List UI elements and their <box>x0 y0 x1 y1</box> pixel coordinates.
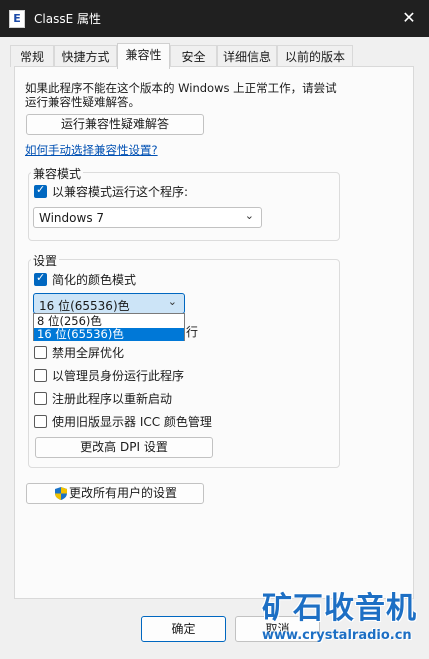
troubleshoot-button[interactable]: 运行兼容性疑难解答 <box>26 114 204 135</box>
chevron-down-icon: ⌄ <box>244 209 254 222</box>
resolution-label-partial: 行 <box>186 325 199 339</box>
fullscreen-opt-label: 禁用全屏优化 <box>52 346 125 360</box>
fullscreen-opt-checkbox[interactable] <box>34 346 47 359</box>
register-restart-label: 注册此程序以重新启动 <box>52 392 173 406</box>
intro-line-2: 运行兼容性疑难解答。 <box>25 95 140 109</box>
chevron-down-icon: ⌄ <box>167 295 177 308</box>
color-mode-dropdown-list: 8 位(256)色 16 位(65536)色 <box>33 313 185 341</box>
manual-settings-link[interactable]: 如何手动选择兼容性设置? <box>25 142 158 158</box>
tab-details[interactable]: 详细信息 <box>217 45 277 67</box>
legacy-icc-checkbox[interactable] <box>34 415 47 428</box>
color-mode-select-value: 16 位(65536)色 <box>39 299 130 313</box>
reduced-color-label: 简化的颜色模式 <box>52 273 137 287</box>
title-bar[interactable]: E ClassE 属性 ✕ <box>0 0 429 37</box>
color-option-16bit[interactable]: 16 位(65536)色 <box>34 328 184 341</box>
tab-compatibility[interactable]: 兼容性 <box>117 43 170 69</box>
legacy-icc-label: 使用旧版显示器 ICC 颜色管理 <box>52 415 212 429</box>
watermark-url: www.crystalradio.cn <box>262 628 412 643</box>
close-icon[interactable]: ✕ <box>389 0 429 37</box>
app-icon: E <box>9 10 25 28</box>
uac-shield-icon <box>55 487 67 500</box>
watermark-text: 矿石收音机 <box>262 591 417 626</box>
ok-button[interactable]: 确定 <box>141 616 226 642</box>
compat-mode-checkbox[interactable] <box>34 183 47 198</box>
intro-text: 如果此程序不能在这个版本的 Windows 上正常工作，请尝试 运行兼容性疑难解… <box>25 81 337 109</box>
register-restart-checkbox[interactable] <box>34 392 47 405</box>
settings-group-label: 设置 <box>31 252 60 269</box>
color-mode-select[interactable]: 16 位(65536)色 ⌄ <box>33 293 185 314</box>
properties-window: E ClassE 属性 ✕ 常规 快捷方式 兼容性 安全 详细信息 以前的版本 … <box>0 0 429 659</box>
change-dpi-button[interactable]: 更改高 DPI 设置 <box>35 437 213 458</box>
compat-mode-select-value: Windows 7 <box>39 211 105 225</box>
tab-security[interactable]: 安全 <box>170 45 217 67</box>
reduced-color-checkbox[interactable] <box>34 271 47 286</box>
compat-mode-select[interactable]: Windows 7 ⌄ <box>33 207 262 228</box>
tab-previous-versions[interactable]: 以前的版本 <box>277 45 353 67</box>
compat-mode-checkbox-label: 以兼容模式运行这个程序: <box>52 185 189 199</box>
run-as-admin-checkbox[interactable] <box>34 369 47 382</box>
intro-line-1: 如果此程序不能在这个版本的 Windows 上正常工作，请尝试 <box>25 81 337 95</box>
change-all-users-button[interactable]: 更改所有用户的设置 <box>26 483 204 504</box>
watermark-logo: 矿石收音机 www.crystalradio.cn <box>262 591 417 644</box>
window-title: ClassE 属性 <box>34 12 101 26</box>
tab-shortcut[interactable]: 快捷方式 <box>54 45 117 67</box>
change-all-users-label: 更改所有用户的设置 <box>68 486 177 500</box>
tab-general[interactable]: 常规 <box>10 45 54 67</box>
compat-mode-group-label: 兼容模式 <box>31 165 84 182</box>
run-as-admin-label: 以管理员身份运行此程序 <box>52 369 185 383</box>
